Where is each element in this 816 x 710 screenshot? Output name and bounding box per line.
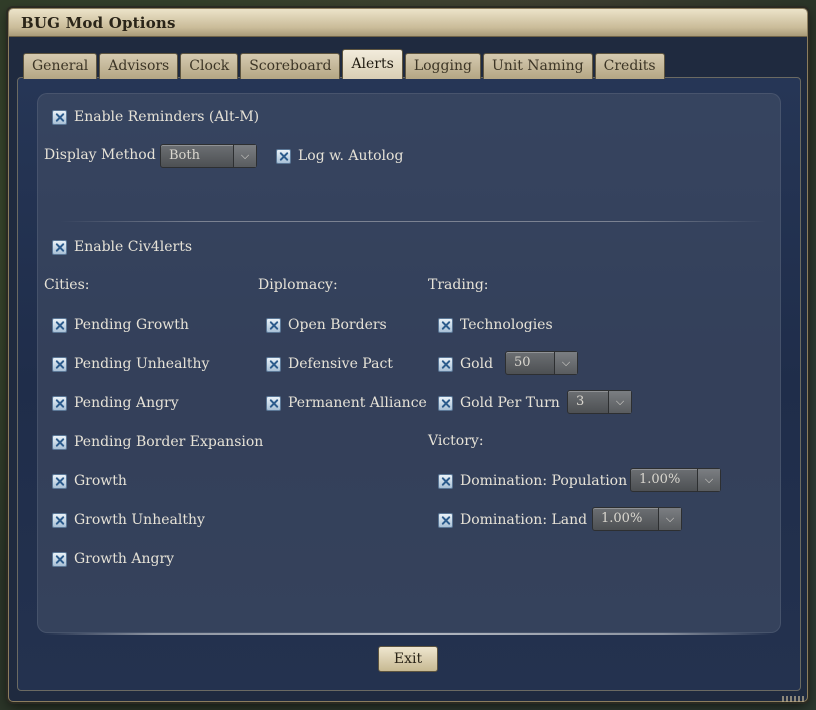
- tab-advisors[interactable]: Advisors: [99, 53, 179, 79]
- domination-land-label: Domination: Land: [460, 512, 588, 528]
- defensive-pact-label: Defensive Pact: [288, 356, 393, 372]
- growth-angry-checkbox[interactable]: Growth Angry: [52, 549, 174, 569]
- gold-per-turn-label: Gold Per Turn: [460, 395, 560, 411]
- pending-border-expansion-label: Pending Border Expansion: [74, 434, 264, 450]
- trading-header: Trading:: [428, 277, 489, 293]
- checkbox-checked-icon: [438, 356, 453, 372]
- section-divider: [60, 221, 766, 222]
- domination-land-value: 1.00%: [601, 511, 643, 526]
- permanent-alliance-label: Permanent Alliance: [288, 395, 427, 411]
- cities-header: Cities:: [44, 277, 90, 293]
- log-autolog-label: Log w. Autolog: [298, 148, 404, 164]
- gold-threshold-value: 50: [514, 355, 531, 370]
- diplomacy-header: Diplomacy:: [258, 277, 338, 293]
- enable-civ4lerts-label: Enable Civ4lerts: [74, 239, 193, 255]
- gold-threshold-dropdown[interactable]: 50 ⌵: [505, 351, 578, 375]
- exit-button[interactable]: Exit: [378, 646, 438, 672]
- checkbox-checked-icon: [52, 239, 67, 255]
- gold-per-turn-dropdown[interactable]: 3 ⌵: [567, 390, 632, 414]
- checkbox-checked-icon: [266, 317, 281, 333]
- tab-bar: General Advisors Clock Scoreboard Alerts…: [23, 49, 667, 79]
- victory-header: Victory:: [428, 433, 484, 449]
- pending-growth-checkbox[interactable]: Pending Growth: [52, 315, 189, 335]
- display-method-dropdown[interactable]: Both ⌵: [160, 144, 257, 168]
- pending-growth-label: Pending Growth: [74, 317, 189, 333]
- defensive-pact-checkbox[interactable]: Defensive Pact: [266, 354, 393, 374]
- pending-border-expansion-checkbox[interactable]: Pending Border Expansion: [52, 432, 263, 452]
- gold-checkbox[interactable]: Gold: [438, 354, 493, 374]
- checkbox-checked-icon: [52, 512, 67, 528]
- growth-checkbox[interactable]: Growth: [52, 471, 127, 491]
- checkbox-checked-icon: [52, 551, 67, 567]
- checkbox-checked-icon: [438, 395, 453, 411]
- growth-label: Growth: [74, 473, 127, 489]
- chevron-down-icon: ⌵: [233, 145, 256, 167]
- tab-clock[interactable]: Clock: [180, 53, 239, 79]
- growth-unhealthy-label: Growth Unhealthy: [74, 512, 205, 528]
- open-borders-label: Open Borders: [288, 317, 387, 333]
- checkbox-checked-icon: [438, 512, 453, 528]
- enable-reminders-checkbox[interactable]: Enable Reminders (Alt-M): [52, 107, 259, 127]
- growth-unhealthy-checkbox[interactable]: Growth Unhealthy: [52, 510, 205, 530]
- checkbox-checked-icon: [52, 434, 67, 450]
- checkbox-checked-icon: [266, 395, 281, 411]
- title-bar[interactable]: BUG Mod Options: [9, 9, 807, 37]
- growth-angry-label: Growth Angry: [74, 551, 175, 567]
- gold-label: Gold: [460, 356, 494, 372]
- pending-unhealthy-checkbox[interactable]: Pending Unhealthy: [52, 354, 209, 374]
- domination-population-dropdown[interactable]: 1.00% ⌵: [630, 468, 721, 492]
- checkbox-checked-icon: [438, 317, 453, 333]
- checkbox-checked-icon: [438, 473, 453, 489]
- checkbox-checked-icon: [276, 148, 291, 164]
- resize-grip-icon[interactable]: [782, 696, 806, 702]
- pending-angry-checkbox[interactable]: Pending Angry: [52, 393, 179, 413]
- chevron-down-icon: ⌵: [697, 469, 720, 491]
- display-method-label: Display Method: [44, 147, 156, 163]
- chevron-down-icon: ⌵: [658, 508, 681, 530]
- domination-population-checkbox[interactable]: Domination: Population: [438, 471, 627, 491]
- chevron-down-icon: ⌵: [554, 352, 577, 374]
- tab-unit-naming[interactable]: Unit Naming: [482, 53, 593, 79]
- checkbox-checked-icon: [266, 356, 281, 372]
- tab-general[interactable]: General: [23, 53, 98, 79]
- tab-credits[interactable]: Credits: [594, 53, 665, 79]
- domination-population-label: Domination: Population: [460, 473, 628, 489]
- checkbox-checked-icon: [52, 395, 67, 411]
- gold-per-turn-checkbox[interactable]: Gold Per Turn: [438, 393, 560, 413]
- checkbox-checked-icon: [52, 109, 67, 125]
- domination-population-value: 1.00%: [639, 472, 681, 487]
- footer-divider: [44, 633, 772, 635]
- domination-land-dropdown[interactable]: 1.00% ⌵: [592, 507, 682, 531]
- checkbox-checked-icon: [52, 356, 67, 372]
- checkbox-checked-icon: [52, 317, 67, 333]
- chevron-down-icon: ⌵: [608, 391, 631, 413]
- technologies-label: Technologies: [460, 317, 553, 333]
- display-method-value: Both: [169, 148, 200, 163]
- tab-logging[interactable]: Logging: [404, 53, 481, 79]
- dialog-title: BUG Mod Options: [21, 14, 176, 32]
- technologies-checkbox[interactable]: Technologies: [438, 315, 553, 335]
- gold-per-turn-value: 3: [576, 394, 585, 409]
- tab-alerts[interactable]: Alerts: [342, 49, 403, 79]
- domination-land-checkbox[interactable]: Domination: Land: [438, 510, 587, 530]
- pending-angry-label: Pending Angry: [74, 395, 179, 411]
- enable-reminders-label: Enable Reminders (Alt-M): [74, 109, 260, 125]
- pending-unhealthy-label: Pending Unhealthy: [74, 356, 210, 372]
- tab-scoreboard[interactable]: Scoreboard: [240, 53, 341, 79]
- log-autolog-checkbox[interactable]: Log w. Autolog: [276, 146, 403, 166]
- open-borders-checkbox[interactable]: Open Borders: [266, 315, 387, 335]
- permanent-alliance-checkbox[interactable]: Permanent Alliance: [266, 393, 427, 413]
- enable-civ4lerts-checkbox[interactable]: Enable Civ4lerts: [52, 237, 192, 257]
- checkbox-checked-icon: [52, 473, 67, 489]
